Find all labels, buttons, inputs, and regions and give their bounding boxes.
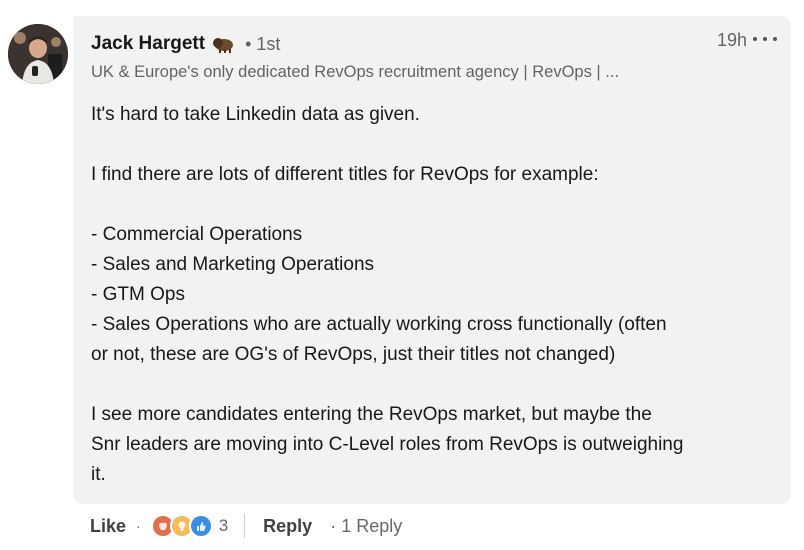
separator-dot: ·: [136, 518, 141, 534]
comment-bubble: Jack Hargett • 1st 19h UK & Europe's onl…: [73, 16, 791, 504]
timestamp: 19h: [716, 30, 747, 50]
more-options-icon[interactable]: [753, 28, 777, 50]
comment-line: - Sales Operations who are actually work…: [91, 314, 667, 335]
author-row: Jack Hargett • 1st: [91, 33, 280, 55]
like-icon: [188, 514, 213, 538]
avatar-photo: [8, 24, 68, 84]
comment-line: It's hard to take Linkedin data as given…: [91, 104, 420, 125]
connection-degree: • 1st: [245, 33, 281, 54]
author-headline: UK & Europe's only dedicated RevOps recr…: [91, 63, 620, 81]
comment-line: - Sales and Marketing Operations: [91, 254, 375, 275]
comment-line: or not, these are OG's of RevOps, just t…: [91, 344, 616, 365]
like-button[interactable]: Like: [90, 516, 126, 537]
comment-line: I see more candidates entering the RevOp…: [91, 404, 652, 425]
comment-line: Snr leaders are moving into C-Level role…: [91, 434, 684, 455]
comment-line: I find there are lots of different title…: [91, 164, 599, 185]
comment-actions: Like · 3 Reply · 1 Reply: [90, 514, 402, 538]
action-divider: [244, 514, 246, 538]
author-name[interactable]: Jack Hargett: [91, 33, 205, 55]
comment-line: - Commercial Operations: [91, 224, 303, 245]
avatar[interactable]: [8, 24, 68, 84]
reactions-summary[interactable]: [150, 514, 213, 538]
comment-line: it.: [91, 464, 106, 485]
comment-text: It's hard to take Linkedin data as given…: [91, 100, 771, 490]
reply-count-link[interactable]: · 1 Reply: [330, 516, 402, 537]
reaction-count[interactable]: 3: [219, 516, 228, 536]
reply-button[interactable]: Reply: [263, 516, 312, 537]
bison-icon: [211, 34, 237, 54]
comment-line: - GTM Ops: [91, 284, 185, 305]
